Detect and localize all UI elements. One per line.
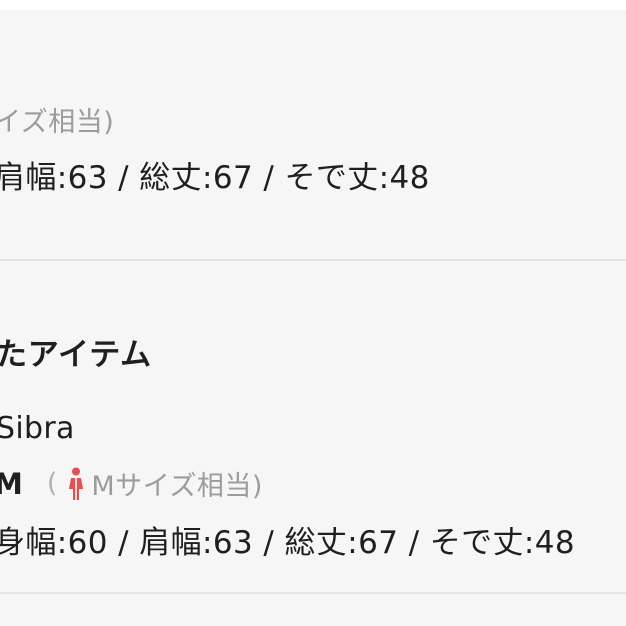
section-divider [0,592,626,594]
size-equivalent-note: Mサイズ相当) [91,471,263,502]
section-title: たアイテム [0,337,152,373]
open-paren: ( [46,468,58,499]
woman-icon [67,467,85,501]
measurements: 肩幅:63 / 総丈:67 / そで丈:48 [0,160,430,196]
brand-name: Sibra [0,411,75,446]
section-divider [0,259,626,261]
top-strip [0,0,626,10]
measurements: 身幅:60 / 肩幅:63 / 総丈:67 / そで丈:48 [0,525,576,561]
size-equivalent-note: イズ相当) [0,107,115,138]
size-row: M ( Mサイズ相当) [0,464,263,503]
screen: イズ相当) 肩幅:63 / 総丈:67 / そで丈:48 たアイテム Sibra… [0,0,626,626]
size-value: M [0,466,23,501]
